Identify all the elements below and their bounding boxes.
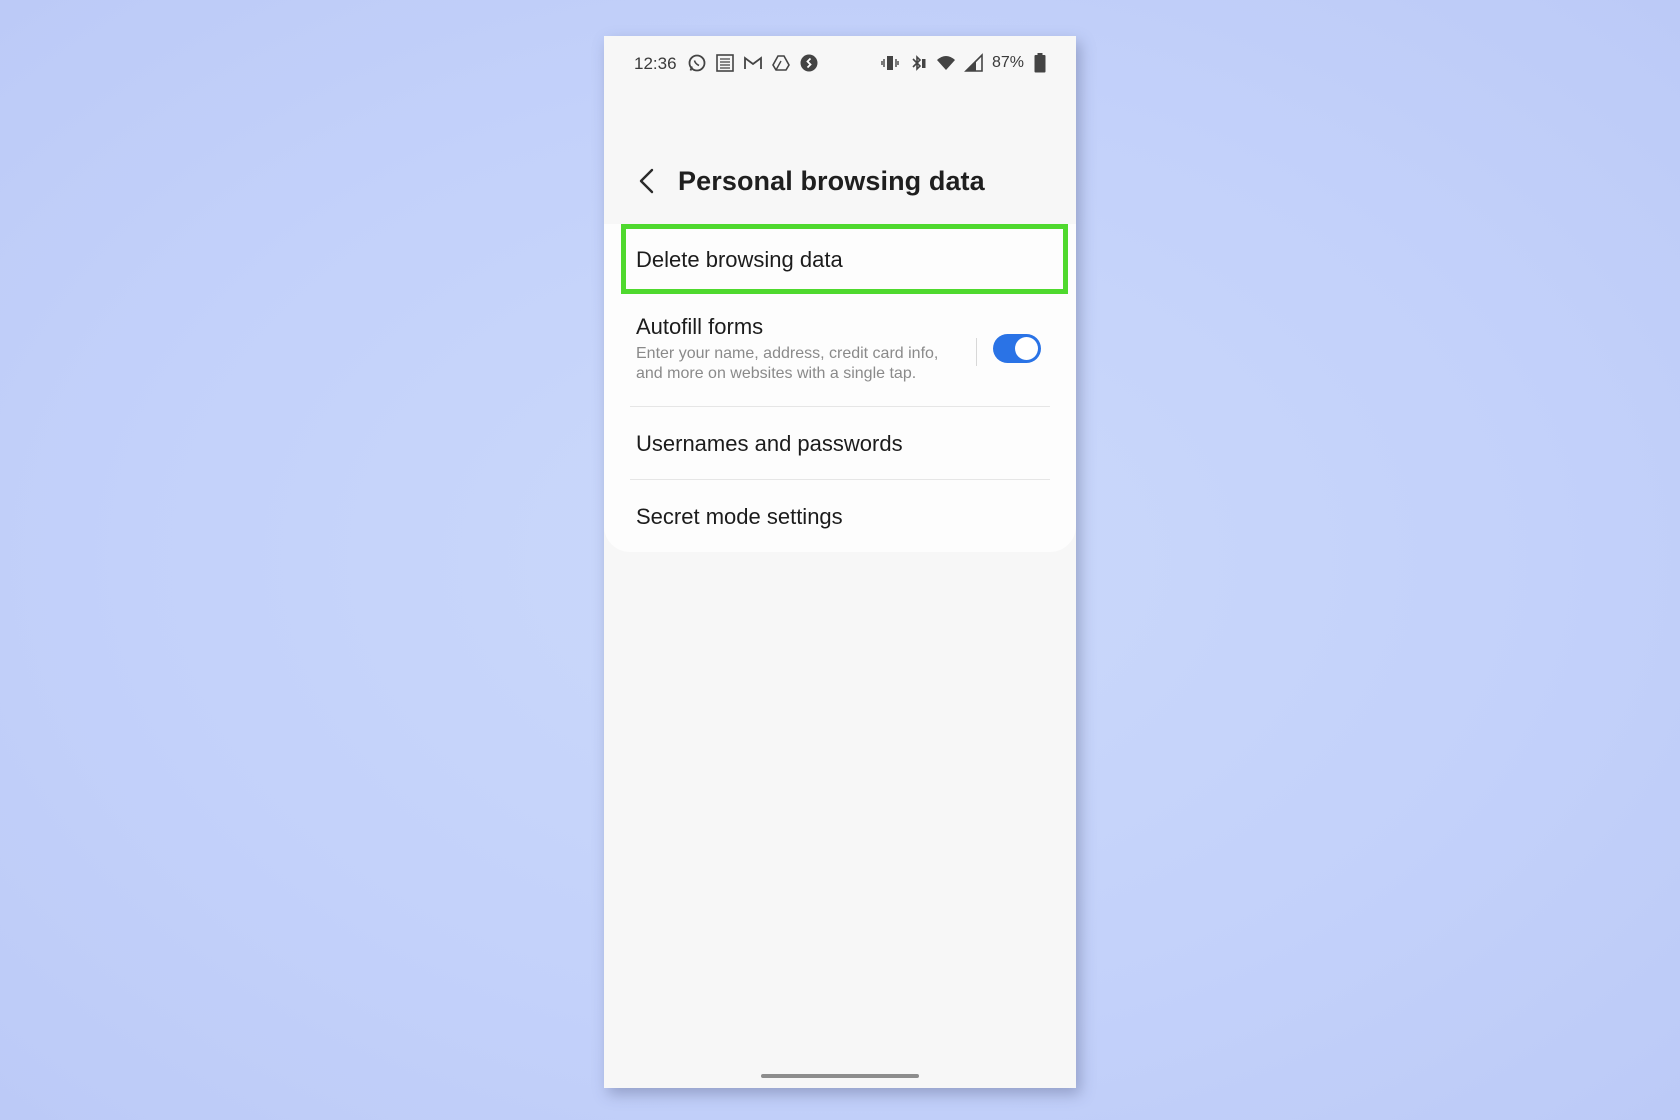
autofill-forms-description-line2: and more on websites with a single tap. [636,365,917,382]
toggle-knob [1015,337,1038,360]
wifi-icon [936,56,955,70]
toggle-separator [976,338,977,366]
page-header: Personal browsing data [604,146,1076,206]
status-bar: 12:36 87% [604,36,1076,92]
drive-icon [772,55,790,71]
phone-screen: 12:36 87% Personal browsing data Delete … [604,36,1076,1088]
news-icon [716,54,734,72]
autofill-forms-toggle[interactable] [993,334,1041,363]
battery-icon [1034,53,1046,73]
usernames-passwords-label: Usernames and passwords [636,431,903,456]
battery-percent: 87% [991,54,1024,71]
shazam-icon [800,54,818,72]
page-title: Personal browsing data [678,166,985,196]
autofill-forms-description-line1: Enter your name, address, credit card in… [636,345,939,362]
status-time: 12:36 [634,54,677,73]
secret-mode-settings-item[interactable]: Secret mode settings [604,480,1076,552]
vibrate-icon [881,56,899,70]
notification-icons [687,53,819,73]
signal-icon [964,53,983,72]
usernames-passwords-item[interactable]: Usernames and passwords [604,407,1076,479]
settings-card: Delete browsing data Autofill forms Ente… [604,224,1076,552]
home-indicator[interactable] [761,1074,919,1078]
secret-mode-settings-label: Secret mode settings [636,504,843,529]
delete-browsing-data-label: Delete browsing data [636,247,843,272]
system-icons: 87% [880,53,1046,73]
back-arrow-icon[interactable] [634,166,660,196]
delete-browsing-data-item[interactable]: Delete browsing data [604,224,1076,294]
autofill-forms-label: Autofill forms [636,314,764,339]
bluetooth-icon [912,55,926,71]
gmail-icon [744,56,762,69]
whatsapp-icon [688,54,706,72]
